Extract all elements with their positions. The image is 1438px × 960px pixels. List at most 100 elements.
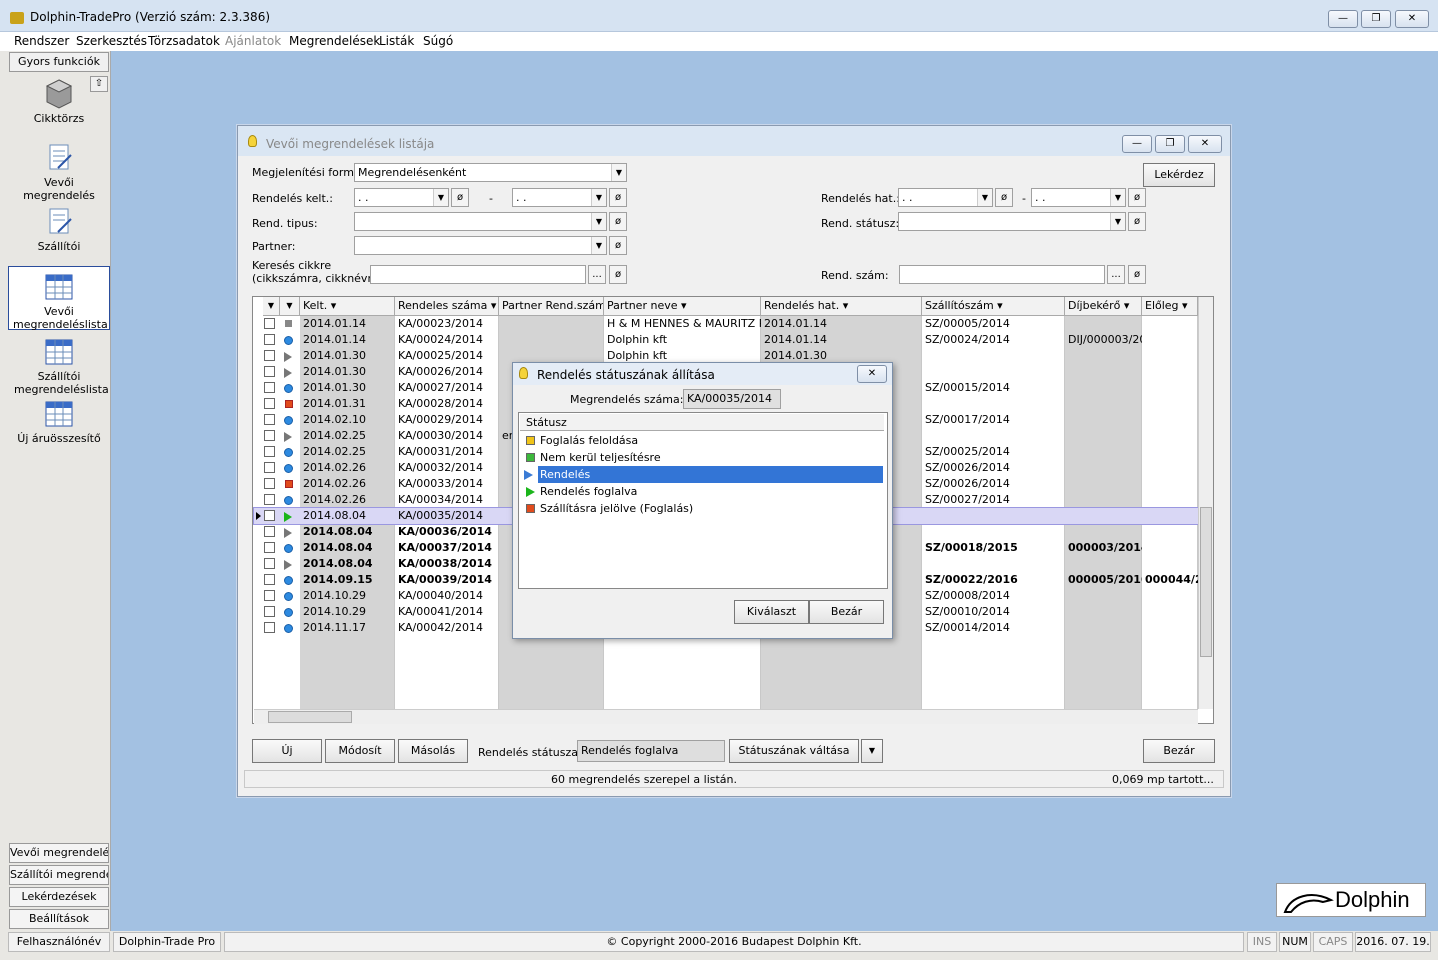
clear-deadline-to-button[interactable]: ø [1128, 188, 1146, 207]
row-checkbox[interactable] [264, 606, 275, 617]
chevron-down-icon[interactable]: ▼ [591, 213, 606, 230]
sidebar-item-cikktorzs[interactable]: Cikktörzs [8, 78, 110, 125]
grid-header-date[interactable]: Kelt. ▾ [300, 297, 395, 316]
sidebar-item-uj-aruosszesito[interactable]: Új áruösszesítő [8, 398, 110, 445]
chevron-down-icon[interactable]: ▼ [591, 189, 606, 206]
row-checkbox[interactable] [264, 510, 275, 521]
close-button[interactable]: Bezár [1143, 739, 1215, 763]
deadline-from-field[interactable]: . . ▼ [898, 188, 993, 207]
change-status-button[interactable]: Státuszának váltása [729, 739, 859, 763]
grid-header-fee[interactable]: Díjbekérő ▾ [1065, 297, 1142, 316]
grid-header-advance[interactable]: Előleg ▾ [1142, 297, 1198, 316]
clear-deadline-from-button[interactable]: ø [995, 188, 1013, 207]
row-checkbox[interactable] [264, 478, 275, 489]
restore-button[interactable]: ❐ [1361, 10, 1391, 28]
clear-date-from-button[interactable]: ø [451, 188, 469, 207]
chevron-down-icon[interactable]: ▼ [1110, 189, 1125, 206]
sidebar-group-beallitasok[interactable]: Beállítások [9, 909, 109, 929]
date-to-field[interactable]: . . ▼ [512, 188, 607, 207]
sidebar-group-lekerdezesek[interactable]: Lekérdezések [9, 887, 109, 907]
dialog-close-icon[interactable]: ✕ [857, 365, 887, 383]
row-checkbox[interactable] [264, 462, 275, 473]
row-checkbox[interactable] [264, 382, 275, 393]
new-button[interactable]: Új [252, 739, 322, 763]
sidebar-item-vevoi-megrendeles[interactable]: Vevői megrendelés [8, 142, 110, 202]
copy-button[interactable]: Másolás [398, 739, 468, 763]
status-option[interactable]: Nem kerül teljesítésre [522, 449, 884, 466]
table-row[interactable]: 2014.01.14 KA/00023/2014 H & M HENNES & MA… [254, 316, 1198, 332]
menu-szerkesztes[interactable]: Szerkesztés [76, 34, 147, 48]
row-checkbox[interactable] [264, 318, 275, 329]
order-type-select[interactable]: ▼ [354, 212, 607, 231]
clear-status-button[interactable]: ø [1128, 212, 1146, 231]
chevron-down-icon[interactable]: ▼ [611, 164, 626, 181]
row-checkbox[interactable] [264, 446, 275, 457]
status-option[interactable]: Foglalás feloldása [522, 432, 884, 449]
clear-partner-button[interactable]: ø [609, 236, 627, 255]
sidebar-item-vevoi-megrendeleslista[interactable]: Vevői megrendeléslista [8, 266, 110, 331]
row-checkbox[interactable] [264, 574, 275, 585]
date-from-field[interactable]: . . ▼ [354, 188, 449, 207]
grid-header-shipping[interactable]: Szállítószám ▾ [922, 297, 1065, 316]
form-select[interactable]: Megrendelésenként ▼ [354, 163, 627, 182]
row-checkbox[interactable] [264, 430, 275, 441]
number-browse-button[interactable]: ... [1107, 265, 1125, 284]
status-option[interactable]: Szállításra jelölve (Foglalás) [522, 500, 884, 517]
order-number-input[interactable] [899, 265, 1105, 284]
chevron-down-icon[interactable]: ▼ [977, 189, 992, 206]
window-close-icon[interactable]: ✕ [1188, 135, 1222, 153]
scroll-thumb[interactable] [1200, 507, 1212, 657]
menu-sugo[interactable]: Súgó [423, 34, 453, 48]
chevron-down-icon[interactable]: ▼ [1110, 213, 1125, 230]
sidebar-item-szallitoi-megrendeleslista[interactable]: Szállítói megrendeléslista [8, 336, 110, 396]
row-checkbox[interactable] [264, 622, 275, 633]
clear-date-to-button[interactable]: ø [609, 188, 627, 207]
sidebar-group-vevoi[interactable]: Vevői megrendelése [9, 843, 109, 863]
chevron-down-icon[interactable]: ▼ [433, 189, 448, 206]
sidebar-item-szallitoi[interactable]: Szállítói [8, 206, 110, 253]
status-option[interactable]: Rendelés foglalva [522, 483, 884, 500]
row-checkbox[interactable] [264, 414, 275, 425]
query-button[interactable]: Lekérdez [1143, 163, 1215, 187]
grid-header-number[interactable]: Rendeles száma ▾ [395, 297, 499, 316]
quick-functions-header[interactable]: Gyors funkciók [9, 52, 109, 72]
close-icon[interactable]: ✕ [1395, 10, 1429, 28]
row-checkbox[interactable] [264, 526, 275, 537]
row-checkbox[interactable] [264, 590, 275, 601]
vertical-scrollbar[interactable] [1198, 297, 1213, 709]
clear-search-button[interactable]: ø [609, 265, 627, 284]
select-button[interactable]: Kiválaszt [734, 600, 809, 624]
chevron-down-icon[interactable]: ▼ [591, 237, 606, 254]
row-checkbox[interactable] [264, 366, 275, 377]
menu-rendszer[interactable]: Rendszer [14, 34, 69, 48]
grid-header-partner-number[interactable]: Partner Rend.szám ▾ [499, 297, 604, 316]
modify-button[interactable]: Módosít [325, 739, 395, 763]
grid-header-partner-name[interactable]: Partner neve ▾ [604, 297, 761, 316]
row-checkbox[interactable] [264, 334, 275, 345]
deadline-to-field[interactable]: . . ▼ [1031, 188, 1126, 207]
minimize-button[interactable]: — [1328, 10, 1358, 28]
dialog-close-button[interactable]: Bezár [809, 600, 884, 624]
status-option[interactable]: Rendelés [524, 466, 883, 483]
partner-select[interactable]: ▼ [354, 236, 607, 255]
order-status-select[interactable]: ▼ [898, 212, 1126, 231]
clear-type-button[interactable]: ø [609, 212, 627, 231]
row-checkbox[interactable] [264, 558, 275, 569]
window-minimize-button[interactable]: — [1122, 135, 1152, 153]
menu-torzsadatok[interactable]: Törzsadatok [148, 34, 220, 48]
row-checkbox[interactable] [264, 494, 275, 505]
search-input[interactable] [370, 265, 586, 284]
change-status-dropdown[interactable]: ▼ [861, 739, 883, 763]
menu-megrendelesek[interactable]: Megrendelések [289, 34, 380, 48]
sidebar-group-szallitoi[interactable]: Szállítói megrendelé: [9, 865, 109, 885]
window-restore-button[interactable]: ❐ [1155, 135, 1185, 153]
search-browse-button[interactable]: ... [588, 265, 606, 284]
horizontal-scrollbar[interactable] [254, 709, 1198, 724]
menu-listak[interactable]: Listák [379, 34, 414, 48]
row-checkbox[interactable] [264, 398, 275, 409]
grid-header-select[interactable]: ▼ [263, 297, 280, 316]
clear-number-button[interactable]: ø [1128, 265, 1146, 284]
grid-header-status[interactable]: ▼ [280, 297, 300, 316]
menu-ajanlatok[interactable]: Ajánlatok [225, 34, 281, 48]
table-row[interactable]: 2014.01.14 KA/00024/2014 Dolphin kft 2014.0… [254, 332, 1198, 348]
